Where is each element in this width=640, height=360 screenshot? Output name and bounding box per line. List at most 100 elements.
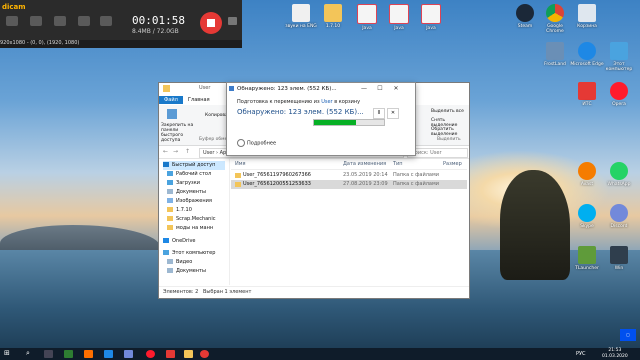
desktop-icon-frostland[interactable]: FrostLand <box>538 42 572 67</box>
nav-item-1710[interactable]: 1.7.10 <box>167 206 192 215</box>
desktop-icon-text-file[interactable]: звуки на ENG <box>284 4 318 29</box>
column-name[interactable]: Имя <box>235 159 246 169</box>
microphone-icon[interactable] <box>100 16 112 26</box>
recycle-bin-icon <box>578 4 596 22</box>
desktop-icon-win[interactable]: Win <box>602 246 636 271</box>
nav-item-video[interactable]: Видео <box>167 258 192 267</box>
nav-item-mods[interactable]: моды на манн <box>167 224 213 233</box>
camera-icon[interactable] <box>228 17 237 25</box>
nav-item-desktop[interactable]: Рабочий стол <box>167 170 211 179</box>
file-date: 23.05.2019 20:14 <box>343 172 388 178</box>
more-details-toggle[interactable]: Подробнее <box>237 139 276 147</box>
app-icon[interactable] <box>104 350 113 358</box>
nav-item-downloads[interactable]: Загрузки <box>167 179 200 188</box>
desktop-icon-opera[interactable]: Opera <box>602 82 636 107</box>
nav-item-onedrive[interactable]: OneDrive <box>163 237 196 246</box>
progress-bar <box>313 119 385 126</box>
column-type[interactable]: Тип <box>393 159 403 169</box>
desktop-icon-chrome[interactable]: Google Chrome <box>538 4 572 34</box>
nav-item-this-pc[interactable]: Этот компьютер <box>163 249 215 258</box>
file-name: User_76561200551253633 <box>243 181 311 187</box>
desktop-icon-recycle-bin[interactable]: Корзина <box>570 4 604 29</box>
nav-item-documents[interactable]: Документы <box>167 188 206 197</box>
app-icon <box>610 246 628 264</box>
desktop-icon-steam[interactable]: Steam <box>508 4 542 29</box>
recording-time: 00:01:58 <box>132 14 185 27</box>
search-input[interactable]: Поиск: User <box>407 148 468 158</box>
screen-icon[interactable] <box>6 16 18 26</box>
tab-file[interactable]: Файл <box>159 96 183 104</box>
recorder-taskbar-icon[interactable] <box>200 350 209 358</box>
maximize-button[interactable]: ☐ <box>373 84 387 93</box>
select-all-button[interactable]: Выделить все <box>431 109 464 114</box>
column-date[interactable]: Дата изменения <box>343 159 386 169</box>
desktop-icon-java-1[interactable]: Java <box>350 4 384 31</box>
desktop-icon-whatsapp[interactable]: WhatsApp <box>602 162 636 187</box>
document-icon <box>167 189 173 194</box>
speaker-icon[interactable] <box>78 16 90 26</box>
desktop-icon-java-2[interactable]: Java <box>382 4 416 31</box>
invert-selection-button[interactable]: Обратить выделение <box>431 127 469 137</box>
desktop-icon-its[interactable]: ИТС <box>570 82 604 107</box>
desktop-icon-java-3[interactable]: Java <box>414 4 448 31</box>
nav-item-scrap-mechanic[interactable]: Scrap.Mechanic <box>167 215 216 224</box>
cloud-icon <box>163 238 169 243</box>
clock[interactable]: 21:53 01.03.2020 <box>602 348 628 360</box>
column-headers: Имя Дата изменения Тип Размер <box>231 159 467 170</box>
dialog-status: Обнаружено: 123 элем. (552 КБ)... <box>237 108 364 116</box>
search-icon[interactable]: ⌕ <box>26 349 30 358</box>
item-count: Элементов: 2 <box>163 289 199 295</box>
file-explorer-taskbar-icon[interactable] <box>184 350 193 358</box>
app-icon[interactable] <box>64 350 73 358</box>
folder-icon <box>324 4 342 22</box>
minimize-button[interactable]: — <box>357 84 371 93</box>
desktop-icon-edge[interactable]: Microsoft Edge <box>570 42 604 67</box>
stop-record-button[interactable] <box>200 12 222 34</box>
status-bar: Элементов: 2 Выбран 1 элемент <box>159 286 469 298</box>
app-icon[interactable] <box>124 350 133 358</box>
desktop-icon-discord[interactable]: Discord <box>602 204 636 229</box>
file-name: User_76561197960267366 <box>243 172 311 178</box>
notification-badge[interactable]: ▢ <box>620 329 636 341</box>
pause-button[interactable]: II <box>373 108 385 119</box>
language-indicator[interactable]: РУС <box>576 351 586 357</box>
file-row[interactable]: User_76561197960267366 23.05.2019 20:14 … <box>231 171 467 180</box>
its-icon <box>578 82 596 100</box>
whatsapp-icon <box>610 162 628 180</box>
windows-start-icon[interactable]: ⊞ <box>4 349 13 357</box>
pin-quick-access-button[interactable]: Закрепить на панели быстрого доступа <box>161 123 195 143</box>
dialog-subtitle: Подготовка к перемещению из User в корзи… <box>237 99 361 105</box>
nav-item-documents-pc[interactable]: Документы <box>167 267 206 276</box>
desktop-icon-skype[interactable]: Skype <box>570 204 604 229</box>
task-view-icon[interactable] <box>44 350 53 358</box>
app-icon[interactable] <box>166 350 175 358</box>
edge-icon <box>578 42 596 60</box>
opera-taskbar-icon[interactable] <box>146 350 155 358</box>
java-icon <box>357 4 377 24</box>
close-button[interactable]: ✕ <box>389 84 403 93</box>
forward-icon[interactable]: → <box>173 148 178 155</box>
nav-item-quick-access[interactable]: Быстрый доступ <box>163 161 225 170</box>
file-row-selected[interactable]: User_76561200551253633 27.08.2019 23:09 … <box>231 180 467 189</box>
cancel-button[interactable]: ✕ <box>387 108 399 119</box>
tab-home[interactable]: Главная <box>183 96 215 104</box>
desktop-icon-this-pc[interactable]: Этот компьютер <box>602 42 636 72</box>
back-icon[interactable]: ← <box>163 148 168 155</box>
app-icon[interactable] <box>84 350 93 358</box>
folder-icon <box>235 182 241 187</box>
folder-icon <box>167 216 173 221</box>
computer-icon <box>163 250 169 255</box>
desktop-icon-avast[interactable]: Avast <box>570 162 604 187</box>
tlauncher-icon <box>578 246 596 264</box>
nav-item-pictures[interactable]: Изображения <box>167 197 212 206</box>
webcam-icon[interactable] <box>54 16 66 26</box>
java-icon <box>389 4 409 24</box>
gamepad-icon[interactable] <box>30 16 42 26</box>
source-link[interactable]: User <box>321 99 332 105</box>
file-date: 27.08.2019 23:09 <box>343 181 388 187</box>
desktop-icon-tlauncher[interactable]: TLauncher <box>570 246 604 271</box>
avast-icon <box>578 162 596 180</box>
desktop-icon-folder[interactable]: 1.7.10 <box>316 4 350 29</box>
up-icon[interactable]: ↑ <box>185 148 190 155</box>
column-size[interactable]: Размер <box>443 159 462 169</box>
